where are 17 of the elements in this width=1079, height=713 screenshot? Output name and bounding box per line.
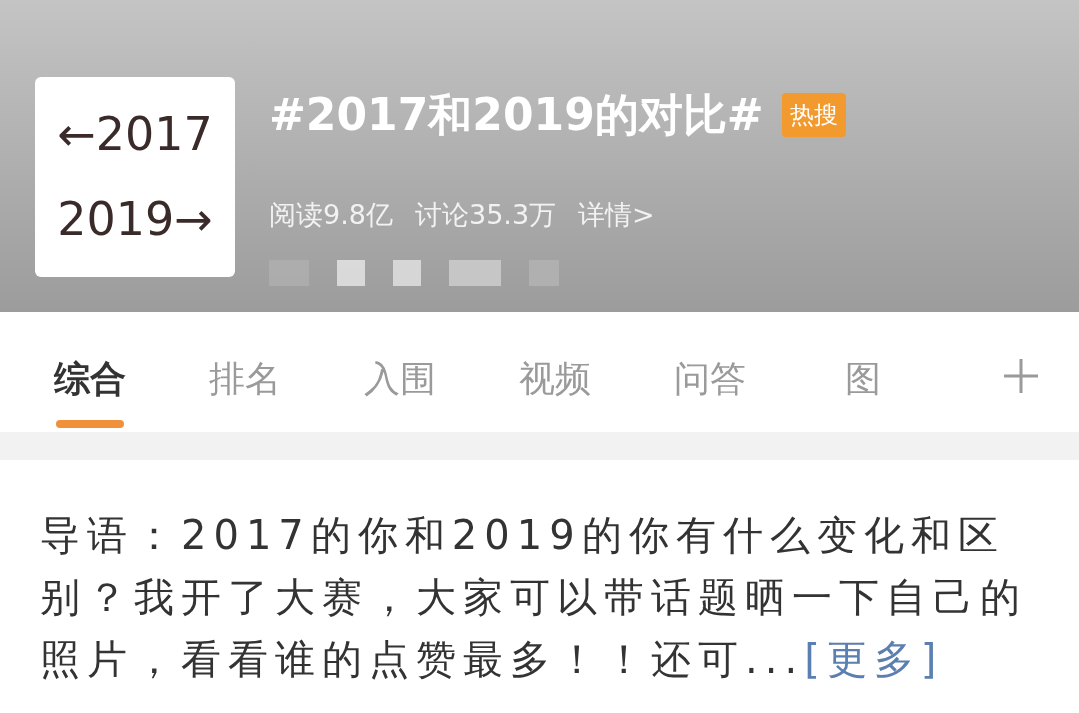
cover-text: ←2017 xyxy=(57,106,213,163)
stat-text: 讨论35.3万 xyxy=(414,198,557,232)
details-link[interactable]: 详情> xyxy=(578,195,655,236)
stat-text: 阅读9.8亿 xyxy=(269,198,393,232)
topic-title: #2017和2019的对比# xyxy=(269,88,764,142)
tab[interactable]: 图 xyxy=(845,352,881,406)
tab[interactable]: 视频 xyxy=(519,352,591,406)
hot-badge: 热搜 xyxy=(781,93,846,137)
more-link[interactable]: [更多] xyxy=(804,636,944,682)
tab[interactable]: 问答 xyxy=(674,352,746,406)
plus-icon[interactable] xyxy=(1002,357,1040,395)
tab-underline xyxy=(56,420,124,428)
tab[interactable]: 入围 xyxy=(364,352,436,406)
lead-paragraph: 导语：2017的你和2019的你有什么变化和区别？我开了大赛，大家可以带话题晒一下自己的照片，看看谁的点赞最多！！还可...[更多] xyxy=(40,511,1028,684)
tab[interactable]: 排名 xyxy=(209,352,281,406)
cover-text: 2019→ xyxy=(57,191,213,248)
tab[interactable]: 综合 xyxy=(54,352,126,406)
